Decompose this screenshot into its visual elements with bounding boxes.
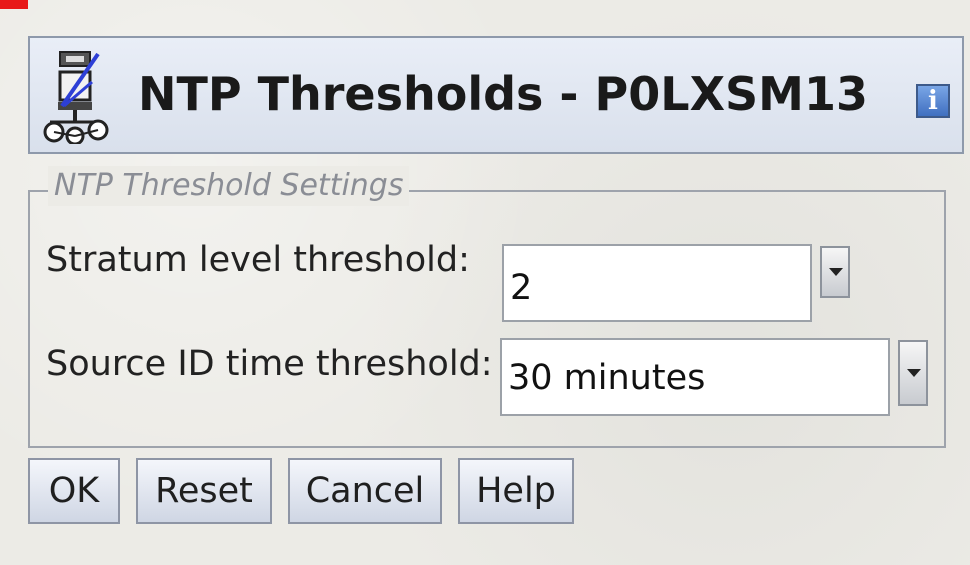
title-bar: NTP Thresholds - P0LXSM13 i [28,36,964,154]
source-id-time-select[interactable]: 30 minutes [500,338,890,416]
chevron-down-icon [829,268,843,276]
ntp-node-icon [43,51,109,144]
source-id-time-value: 30 minutes [508,358,706,398]
chevron-down-icon [907,369,921,377]
stratum-level-select[interactable]: 2 [502,244,812,322]
group-legend: NTP Threshold Settings [48,166,410,206]
window-title: NTP Thresholds - P0LXSM13 [138,67,868,121]
help-button[interactable]: Help [458,458,574,524]
dialog-window: NTP Thresholds - P0LXSM13 i NTP Threshol… [0,0,970,565]
stratum-level-value: 2 [510,268,533,308]
reset-button[interactable]: Reset [136,458,272,524]
ntp-threshold-settings-group: NTP Threshold Settings Stratum level thr… [28,166,946,448]
stratum-level-dropdown-button[interactable] [820,246,850,298]
window-accent-strip [0,0,28,9]
info-icon[interactable]: i [916,84,950,118]
source-id-time-label: Source ID time threshold: [46,344,493,384]
cancel-button[interactable]: Cancel [288,458,442,524]
source-id-time-dropdown-button[interactable] [898,340,928,406]
stratum-level-label: Stratum level threshold: [46,240,470,280]
ok-button[interactable]: OK [28,458,120,524]
